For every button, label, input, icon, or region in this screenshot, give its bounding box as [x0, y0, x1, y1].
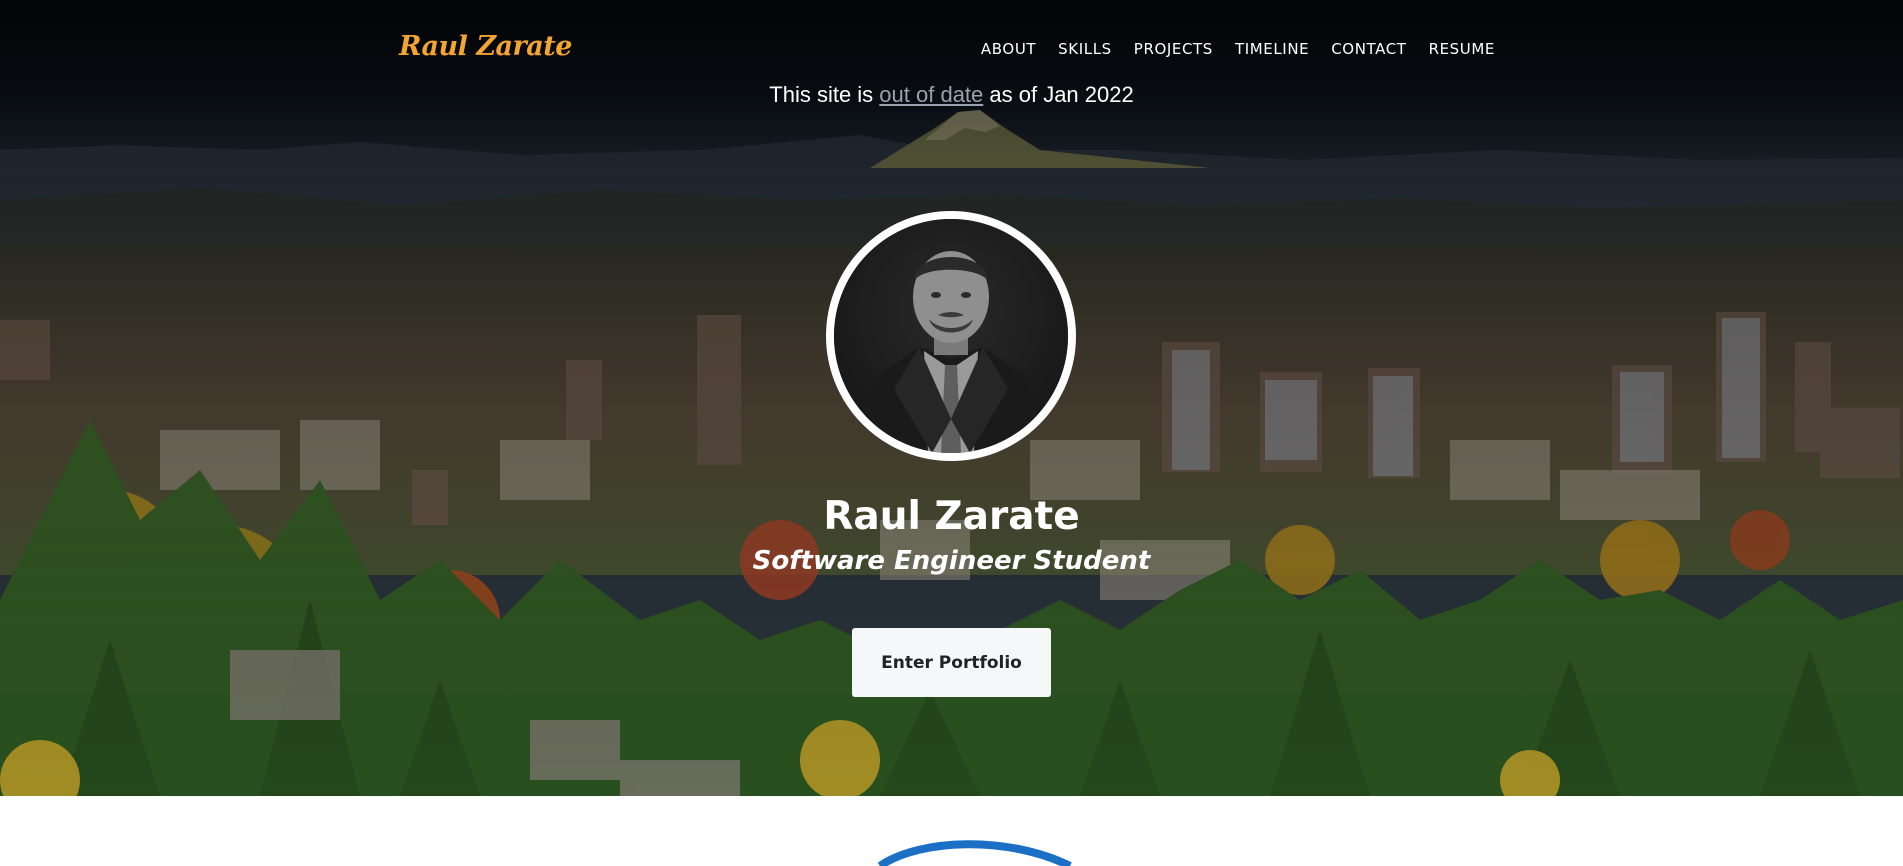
next-section [0, 796, 1903, 866]
enter-portfolio-button[interactable]: Enter Portfolio [852, 628, 1051, 697]
nav-link-resume[interactable]: RESUME [1429, 40, 1495, 58]
nav-link-contact[interactable]: CONTACT [1331, 40, 1406, 58]
notice-suffix: as of Jan 2022 [983, 82, 1134, 107]
nav-links: ABOUT SKILLS PROJECTS TIMELINE CONTACT R… [981, 40, 1495, 58]
nav-link-timeline[interactable]: TIMELINE [1235, 40, 1309, 58]
nav-link-skills[interactable]: SKILLS [1058, 40, 1112, 58]
profile-avatar [826, 211, 1076, 461]
hero-name: Raul Zarate [823, 494, 1080, 539]
notice-prefix: This site is [769, 82, 880, 107]
nav-link-about[interactable]: ABOUT [981, 40, 1036, 58]
profile-photo [834, 219, 1068, 453]
out-of-date-notice: This site is out of date as of Jan 2022 [0, 82, 1903, 108]
hero-role: Software Engineer Student [752, 546, 1151, 576]
partial-logo-arc-icon [877, 840, 1072, 866]
nav-link-projects[interactable]: PROJECTS [1134, 40, 1213, 58]
out-of-date-link[interactable]: out of date [879, 82, 983, 107]
hero-section: Raul Zarate ABOUT SKILLS PROJECTS TIMELI… [0, 0, 1903, 796]
brand-logo[interactable]: Raul Zarate [399, 31, 572, 62]
